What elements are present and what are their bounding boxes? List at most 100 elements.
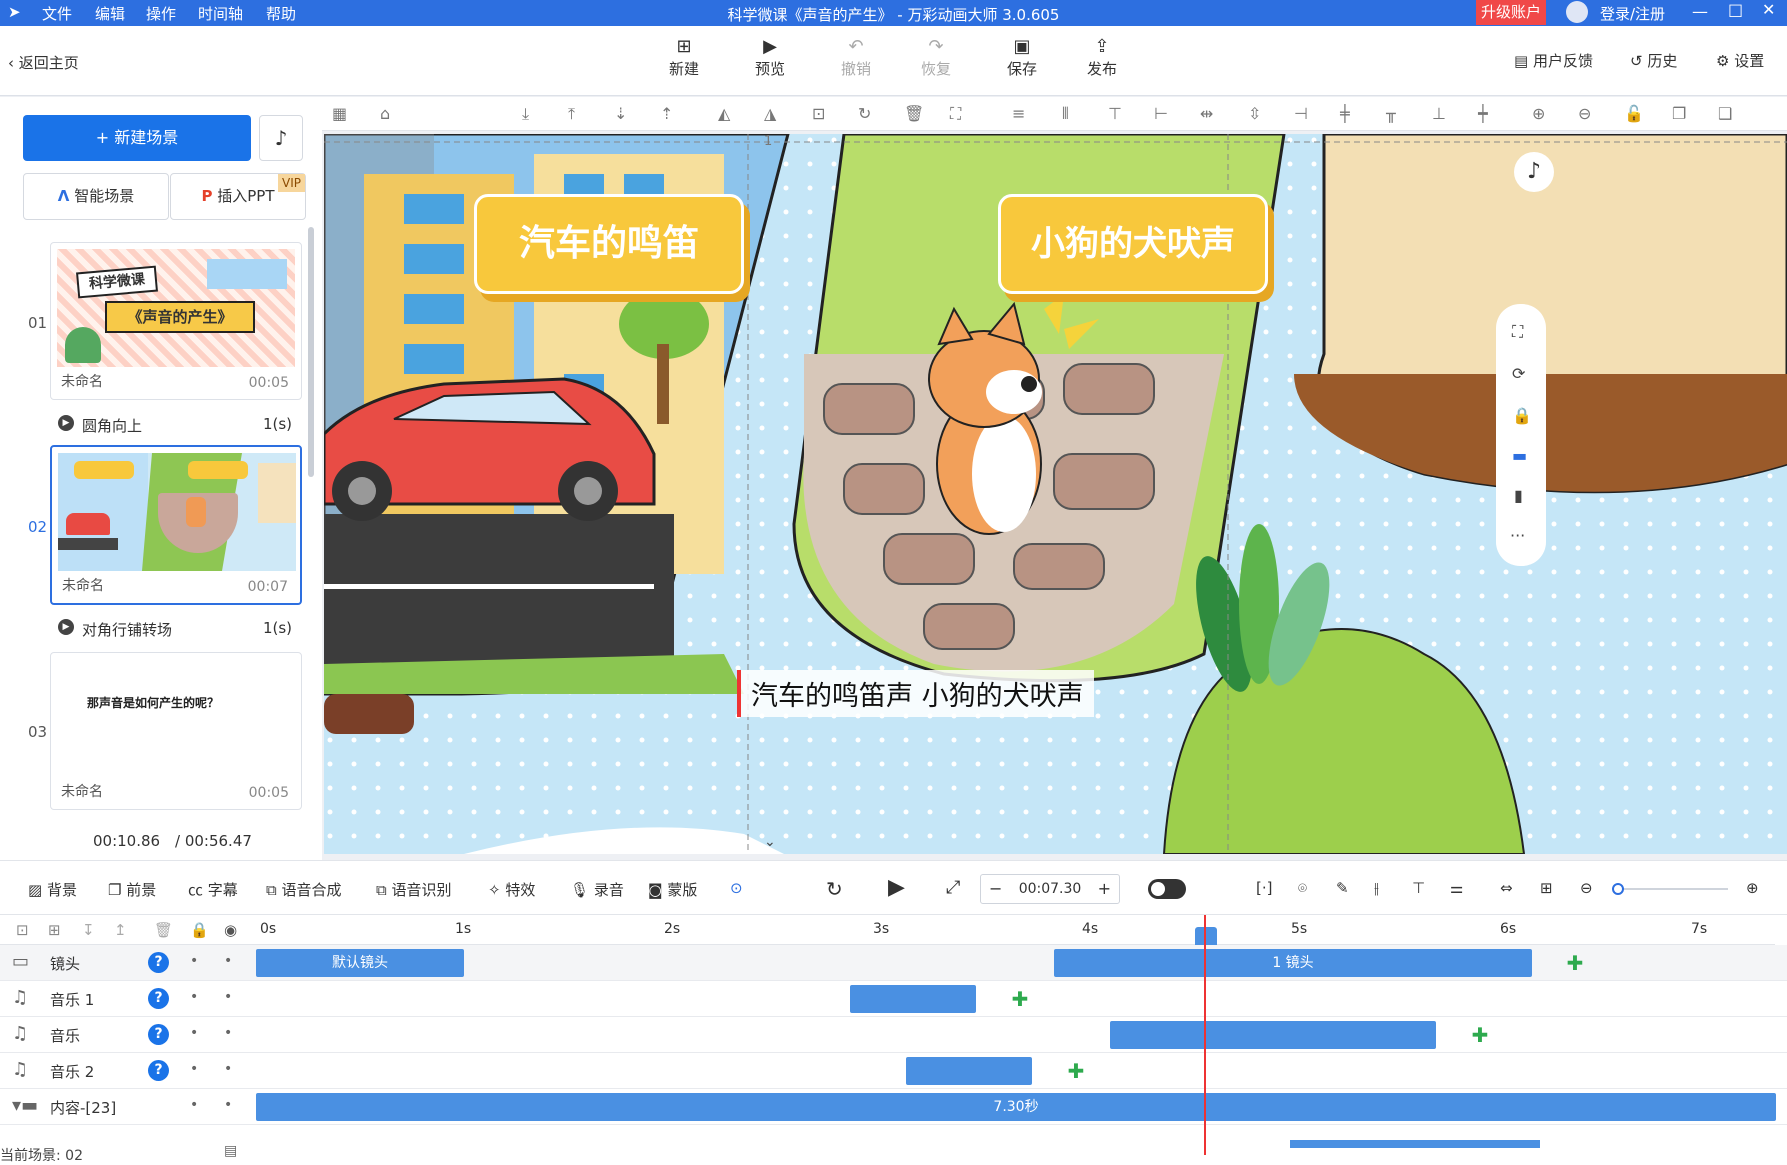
login-link[interactable]: 登录/注册	[1600, 3, 1665, 24]
add-keyframe-icon[interactable]: ✚	[1565, 953, 1585, 973]
help-icon[interactable]: ?	[148, 988, 169, 1009]
thumbnail-icon[interactable]: ▤	[224, 1143, 237, 1159]
zoom-slider[interactable]	[1612, 883, 1728, 895]
back-home-link[interactable]: ‹ 返回主页	[8, 52, 79, 73]
preview-button[interactable]: ▶ 预览	[740, 36, 800, 79]
rotate-icon[interactable]: ↻	[858, 104, 871, 123]
background-button[interactable]: ▨ 背景	[28, 879, 77, 900]
filter-icon[interactable]: ⊤	[1412, 879, 1425, 897]
move-bottom-icon[interactable]: ⤓	[522, 104, 529, 124]
clip-camera-1[interactable]: 1 镜头	[1054, 949, 1532, 977]
move-up-icon[interactable]: ⇡	[660, 104, 673, 123]
sliders-icon[interactable]: ⚌	[1450, 879, 1463, 897]
add-keyframe-icon[interactable]: ✚	[1066, 1061, 1086, 1081]
zoom-out-icon[interactable]: ⊖	[1578, 104, 1591, 123]
replay-icon[interactable]: ↻	[826, 877, 843, 901]
feedback-link[interactable]: ▤ 用户反馈	[1514, 50, 1593, 71]
redo-button[interactable]: ↷ 恢复	[906, 36, 966, 79]
avatar[interactable]	[1566, 1, 1588, 23]
plus-icon[interactable]: +	[1098, 875, 1111, 903]
lock-icon[interactable]: ⊡	[812, 104, 825, 123]
lock-icon[interactable]: 🔒	[1512, 406, 1532, 425]
audio-clip[interactable]	[906, 1057, 1032, 1085]
record-button[interactable]: 🎙 录音	[570, 879, 624, 900]
track-music[interactable]: ♫ 音乐 ? • • ✚	[0, 1017, 1787, 1053]
help-icon[interactable]: ?	[148, 1060, 169, 1081]
chevron-down-icon[interactable]: ⌄	[764, 834, 776, 850]
bracket-icon[interactable]: [·]	[1256, 879, 1272, 897]
copy-icon[interactable]: ❐	[1672, 104, 1686, 123]
fullscreen-icon[interactable]: ⛶	[1512, 322, 1523, 342]
crop-icon[interactable]: ⛶	[950, 104, 961, 124]
track-music-1[interactable]: ♫ 音乐 1 ? • • ✚	[0, 981, 1787, 1017]
toggle-switch[interactable]	[1148, 879, 1186, 899]
timeline-zoom-out-icon[interactable]: ⊖	[1580, 879, 1593, 897]
align-center-icon[interactable]: ≡	[1012, 104, 1025, 123]
ruler-icon[interactable]: ▦	[332, 104, 347, 123]
maximize-icon[interactable]: □	[1728, 0, 1743, 19]
settings-link[interactable]: ⚙ 设置	[1716, 50, 1764, 71]
scene-card-01[interactable]: 科学微课 《声音的产生》 未命名 00:05	[50, 242, 302, 400]
monitor-icon[interactable]: ▬	[1512, 446, 1527, 465]
subtitle-button[interactable]: ㏄ 字幕	[188, 879, 238, 900]
zoom-in-icon[interactable]: ⊕	[1532, 104, 1545, 123]
distribute-h-icon[interactable]: ⇹	[1200, 104, 1213, 123]
history-link[interactable]: ↺ 历史	[1630, 50, 1677, 71]
effects-button[interactable]: ✧ 特效	[488, 879, 535, 900]
flip-v-icon[interactable]: ◮	[764, 104, 776, 123]
align-middle-icon[interactable]: ⊣	[1294, 104, 1308, 123]
time-stepper[interactable]: − 00:07.30 +	[980, 874, 1120, 904]
lock-icon[interactable]: 🔒	[190, 921, 209, 939]
align-top-icon[interactable]: ⊤	[1108, 104, 1122, 123]
folder-icon[interactable]: ⊡	[16, 921, 29, 939]
tts-button[interactable]: ⧉ 语音合成	[266, 879, 342, 900]
new-scene-button[interactable]: + 新建场景	[23, 115, 251, 161]
center-v-icon[interactable]: ╥	[1386, 104, 1396, 123]
minimize-icon[interactable]: —	[1692, 2, 1708, 21]
smart-scene-button[interactable]: Λ 智能场景	[23, 173, 169, 220]
paste-icon[interactable]: ❑	[1718, 104, 1732, 123]
align-left-icon[interactable]: ⫴	[1062, 104, 1069, 124]
move-down-icon[interactable]: ⇣	[614, 104, 627, 123]
add-keyframe-icon[interactable]: ✚	[1010, 989, 1030, 1009]
close-icon[interactable]: ✕	[1762, 0, 1775, 19]
center-h-icon[interactable]: ╪	[1340, 104, 1350, 123]
transition-label[interactable]: 圆角向上	[82, 415, 142, 436]
split-icon[interactable]: ⫲	[1374, 879, 1379, 897]
add-keyframe-icon[interactable]: ✚	[1470, 1025, 1490, 1045]
play-icon[interactable]: ▶	[888, 875, 905, 900]
eye-icon[interactable]: ◉	[224, 921, 237, 939]
content-clip[interactable]: 7.30秒	[256, 1093, 1776, 1121]
speech-recognition-button[interactable]: ⧉ 语音识别	[376, 879, 452, 900]
subtitle-text[interactable]: 汽车的鸣笛声 小狗的犬吠声	[737, 670, 1094, 717]
help-icon[interactable]: ?	[148, 1024, 169, 1045]
middle-align-icon[interactable]: ┿	[1478, 104, 1488, 123]
clip-default-camera[interactable]: 默认镜头	[256, 949, 464, 977]
label-dog-bark[interactable]: 小狗的犬吠声	[998, 194, 1268, 294]
fit-width-icon[interactable]: ⇔	[1500, 879, 1513, 897]
scene-card-03[interactable]: 那声音是如何产生的呢？ 未命名 00:05	[50, 652, 302, 810]
scene-scrollbar[interactable]	[308, 227, 314, 477]
move-top-icon[interactable]: ⤒	[568, 104, 575, 124]
rotate-device-icon[interactable]: ⟳	[1512, 364, 1525, 383]
music-note-icon[interactable]: ♪	[1514, 152, 1554, 192]
track-music-2[interactable]: ♫ 音乐 2 ? • • ✚	[0, 1053, 1787, 1089]
distribute-v-icon[interactable]: ⇳	[1248, 104, 1261, 123]
track-content[interactable]: ▾▬ 内容-[23] • • 7.30秒	[0, 1089, 1787, 1125]
label-car-horn[interactable]: 汽车的鸣笛	[474, 194, 744, 294]
time-ruler[interactable]: 0s 1s 2s 3s 4s 5s 6s 7s	[255, 915, 1775, 949]
edit-icon[interactable]: ✎	[1336, 879, 1349, 897]
undo-button[interactable]: ↶ 撤销	[826, 36, 886, 79]
move-down-icon[interactable]: ↧	[82, 921, 95, 939]
help-icon[interactable]: ?	[148, 952, 169, 973]
foreground-button[interactable]: ❐ 前景	[108, 879, 156, 900]
camera-icon[interactable]: ⌾	[1298, 879, 1307, 897]
upgrade-button[interactable]: 升级账户	[1476, 0, 1546, 25]
minus-icon[interactable]: −	[989, 875, 1002, 903]
more-icon[interactable]: ···	[1510, 526, 1525, 545]
timeline-zoom-in-icon[interactable]: ⊕	[1746, 879, 1759, 897]
align-right-icon[interactable]: ⊢	[1154, 104, 1168, 123]
stage-canvas[interactable]: 汽车的鸣笛 小狗的犬吠声 1 汽车的鸣笛声 小狗的犬吠声 ♪ ⛶ ⟳ 🔒 ▬ ▮…	[324, 134, 1787, 854]
flip-h-icon[interactable]: ◭	[718, 104, 730, 123]
scene-card-02[interactable]: 未命名 00:07	[50, 445, 302, 605]
